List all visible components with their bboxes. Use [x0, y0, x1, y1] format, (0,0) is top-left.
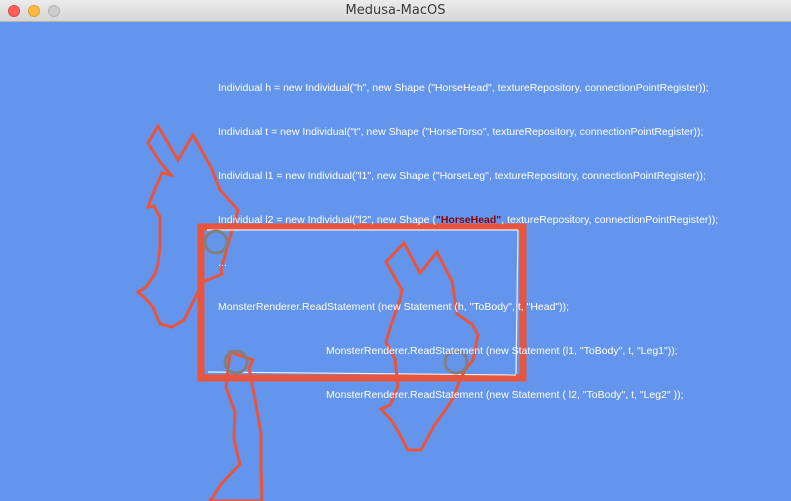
code-line-3: Individual l1 = new Individual("l1", new…	[218, 169, 706, 182]
window-title: Medusa-MacOS	[345, 3, 446, 18]
code-line-8: MonsterRenderer.ReadStatement (new State…	[326, 388, 684, 401]
code-line-2: Individual t = new Individual("t", new S…	[218, 125, 704, 138]
render-canvas: Individual h = new Individual("h", new S…	[0, 22, 791, 501]
title-bar[interactable]: Medusa-MacOS	[0, 0, 791, 22]
code-line-4-suffix: , textureRepository, connectionPointRegi…	[501, 213, 719, 226]
code-line-6: MonsterRenderer.ReadStatement (new State…	[218, 301, 570, 314]
code-highlight: "HorseHead"	[435, 213, 502, 226]
code-overlay: Individual h = new Individual("h", new S…	[218, 52, 718, 431]
app-window: Medusa-MacOS Individual h = new Individu…	[0, 0, 791, 501]
code-line-7: MonsterRenderer.ReadStatement (new State…	[326, 344, 678, 357]
code-line-4: Individual l2 = new Individual("l2", new…	[218, 213, 718, 228]
code-line-4-prefix: Individual l2 = new Individual("l2", new…	[218, 213, 436, 226]
code-line-5: ...	[218, 257, 227, 270]
code-line-1: Individual h = new Individual("h", new S…	[218, 82, 709, 95]
